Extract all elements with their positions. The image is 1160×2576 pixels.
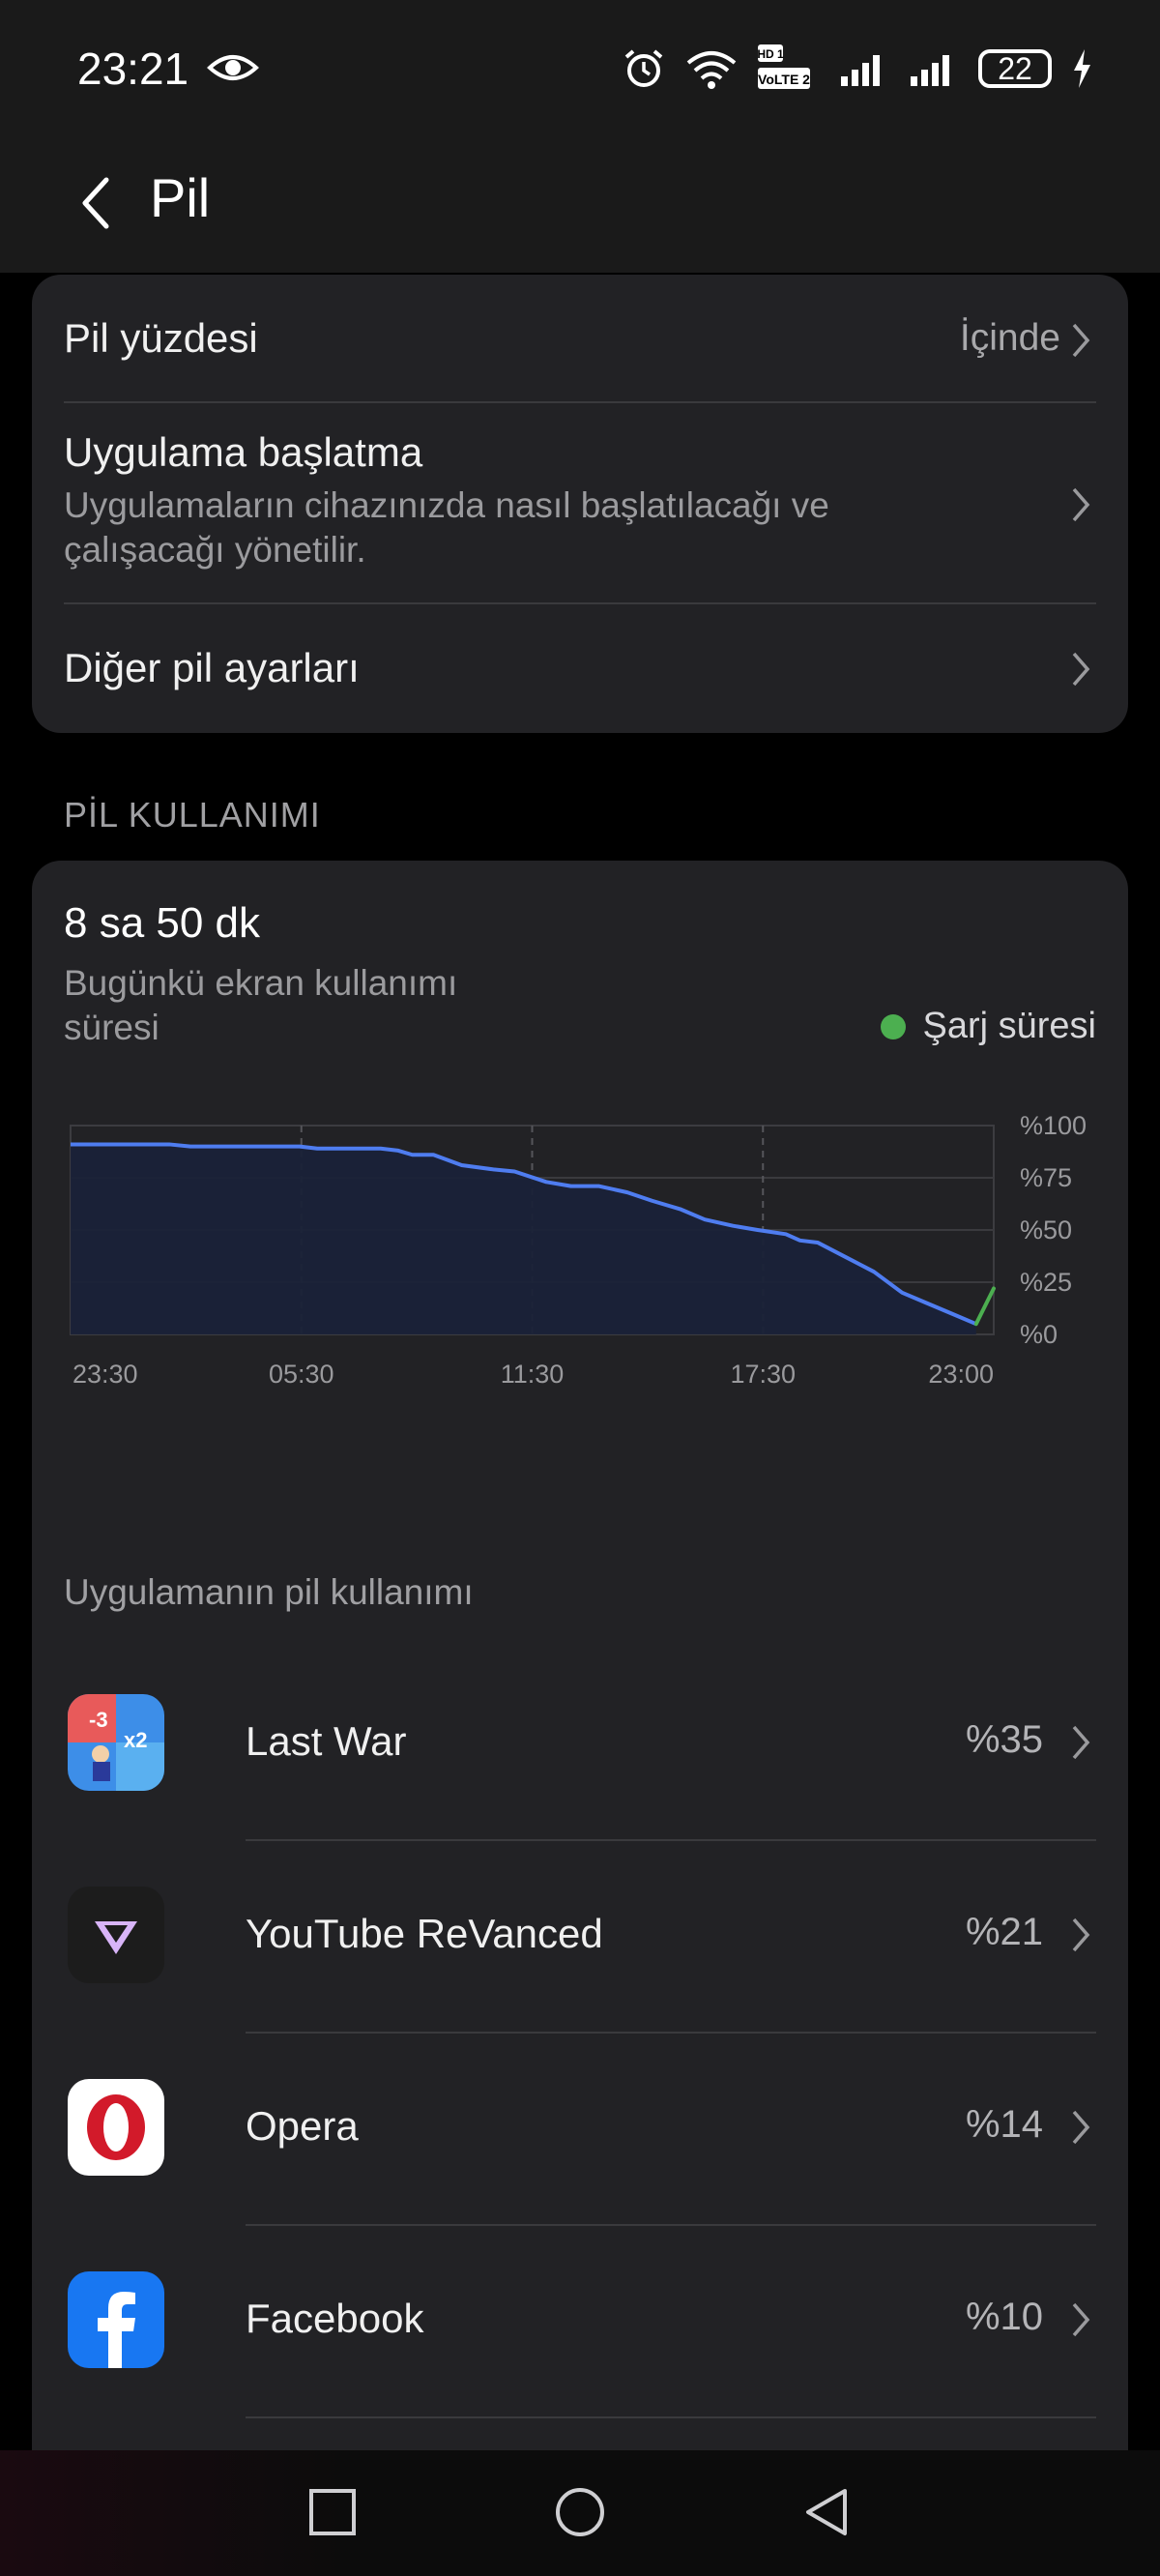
chart-x-tick: 05:30: [269, 1360, 334, 1389]
app-row-last-war[interactable]: -3 x2 Last War %35: [64, 1694, 1096, 1887]
chart-line-charge: [973, 1286, 996, 1327]
home-icon[interactable]: [553, 2485, 607, 2539]
chart-x-tick: 23:00: [928, 1360, 994, 1389]
app-name: Opera: [246, 2103, 359, 2149]
wifi-icon: [686, 51, 737, 89]
setting-value: İçinde: [959, 317, 1060, 359]
section-header: PİL KULLANIMI: [64, 795, 321, 834]
chart-y-tick: %25: [1020, 1268, 1072, 1297]
setting-title: Uygulama başlatma: [64, 429, 423, 475]
settings-card: Pil yüzdesi İçinde Uygulama başlatma Uyg…: [32, 275, 1128, 733]
screen-time-label: Bugünkü ekran kullanımı süresi: [64, 963, 458, 1047]
divider: [246, 1839, 1096, 1841]
signal-icon-2: [911, 55, 949, 86]
chevron-right-icon: [1072, 323, 1090, 358]
status-time: 23:21: [77, 44, 189, 94]
svg-text:VoLTE 2: VoLTE 2: [758, 72, 810, 87]
back-triangle-icon[interactable]: [800, 2485, 855, 2539]
app-row-opera[interactable]: Opera %14: [64, 2079, 1096, 2271]
setting-app-launch[interactable]: Uygulama başlatma Uygulamaların cihazını…: [64, 429, 1096, 572]
app-name: YouTube ReVanced: [246, 1911, 603, 1956]
svg-text:x2: x2: [124, 1728, 147, 1752]
app-name: Last War: [246, 1718, 407, 1764]
charging-bolt-icon: [1074, 49, 1090, 88]
page-title: Pil: [150, 167, 211, 228]
chart-y-tick: %100: [1020, 1111, 1087, 1140]
alarm-icon: [624, 49, 663, 87]
chart-y-tick: %75: [1020, 1163, 1072, 1192]
youtube-revanced-icon: [68, 1887, 164, 1983]
legend-label: Şarj süresi: [922, 1006, 1097, 1046]
app-battery-percent: %10: [965, 2296, 1043, 2338]
setting-title: Pil yüzdesi: [64, 315, 258, 361]
chevron-right-icon: [1072, 2110, 1090, 2145]
opera-icon: [68, 2079, 164, 2176]
back-arrow-icon[interactable]: [77, 174, 116, 232]
signal-icon-1: [841, 55, 880, 86]
chevron-right-icon: [1072, 1917, 1090, 1952]
chevron-right-icon: [1072, 652, 1090, 687]
app-usage-title: Uygulamanın pil kullanımı: [64, 1572, 474, 1612]
chevron-right-icon: [1072, 2302, 1090, 2337]
setting-other-battery[interactable]: Diğer pil ayarları: [64, 645, 1096, 691]
battery-level: 22: [998, 50, 1032, 86]
divider: [64, 401, 1096, 403]
facebook-icon: [68, 2271, 164, 2368]
chart-x-tick: 23:30: [72, 1360, 138, 1389]
app-battery-percent: %14: [965, 2103, 1043, 2146]
divider: [246, 2416, 1096, 2418]
chart-legend: Şarj süresi: [880, 1006, 1097, 1047]
svg-text:HD 1: HD 1: [758, 47, 784, 61]
eye-icon: [207, 55, 259, 80]
last-war-icon: -3 x2: [68, 1694, 164, 1791]
chart-y-tick: %0: [1020, 1320, 1058, 1349]
chart-x-tick: 17:30: [730, 1360, 796, 1389]
divider: [64, 602, 1096, 604]
chevron-right-icon: [1072, 1725, 1090, 1760]
battery-usage-card: 8 sa 50 dk Bugünkü ekran kullanımı süres…: [32, 861, 1128, 2576]
setting-subtitle: Uygulamaların cihazınızda nasıl başlatıl…: [64, 485, 829, 570]
chart-x-tick: 11:30: [501, 1360, 565, 1389]
chevron-right-icon: [1072, 487, 1090, 522]
app-battery-percent: %21: [965, 1911, 1043, 1953]
setting-title: Diğer pil ayarları: [64, 645, 360, 690]
divider: [246, 2224, 1096, 2226]
app-row-facebook[interactable]: Facebook %10: [64, 2271, 1096, 2464]
app-row-youtube-revanced[interactable]: YouTube ReVanced %21: [64, 1887, 1096, 2079]
setting-battery-percentage[interactable]: Pil yüzdesi: [64, 315, 1096, 362]
battery-chart[interactable]: %100 %75 %50 %25 %0 23:30 05:30 11:30 17:30 23:00: [32, 1102, 1128, 1412]
battery-indicator: 22: [978, 49, 1052, 88]
app-battery-percent: %35: [965, 1718, 1043, 1761]
divider: [246, 2032, 1096, 2034]
volte-icon: HD 1 VoLTE 2: [758, 44, 810, 89]
app-name: Facebook: [246, 2296, 424, 2341]
screen-time-value: 8 sa 50 dk: [64, 899, 261, 947]
chart-y-tick: %50: [1020, 1215, 1072, 1244]
recents-icon[interactable]: [305, 2485, 360, 2539]
legend-dot-icon: [880, 1013, 906, 1039]
status-icons: HD 1 VoLTE 2 22: [623, 43, 1092, 95]
svg-text:-3: -3: [89, 1708, 108, 1732]
